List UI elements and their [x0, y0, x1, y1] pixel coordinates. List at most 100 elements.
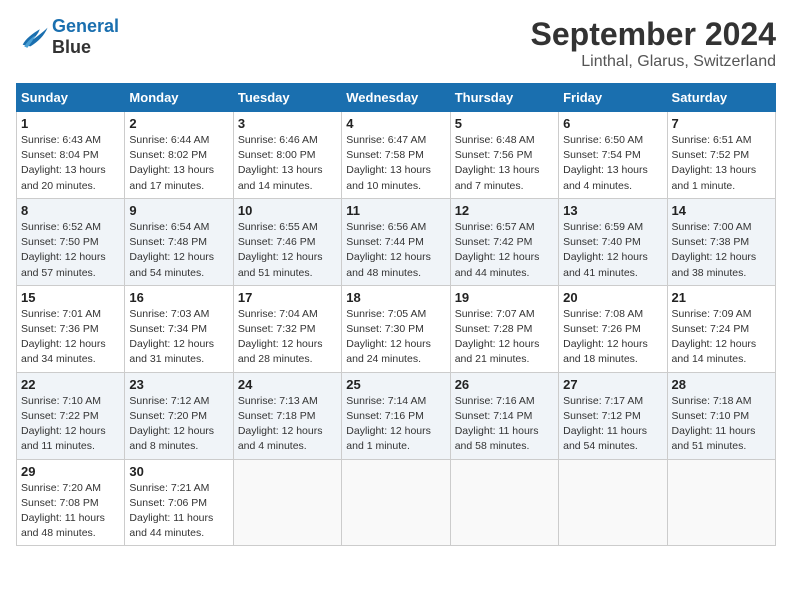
logo-icon [16, 23, 48, 51]
calendar-cell: 26 Sunrise: 7:16 AM Sunset: 7:14 PM Dayli… [450, 372, 558, 459]
day-number: 7 [672, 116, 771, 131]
calendar-header-row: SundayMondayTuesdayWednesdayThursdayFrid… [17, 84, 776, 112]
day-number: 24 [238, 377, 337, 392]
calendar-week-row: 22 Sunrise: 7:10 AM Sunset: 7:22 PM Dayli… [17, 372, 776, 459]
day-info: Sunrise: 6:56 AM Sunset: 7:44 PM Dayligh… [346, 220, 445, 281]
month-title: September 2024 [531, 16, 776, 53]
day-info: Sunrise: 7:10 AM Sunset: 7:22 PM Dayligh… [21, 394, 120, 455]
calendar-cell [667, 459, 775, 546]
day-info: Sunrise: 6:48 AM Sunset: 7:56 PM Dayligh… [455, 133, 554, 194]
day-number: 14 [672, 203, 771, 218]
calendar-cell: 1 Sunrise: 6:43 AM Sunset: 8:04 PM Daylig… [17, 112, 125, 199]
day-number: 25 [346, 377, 445, 392]
day-number: 4 [346, 116, 445, 131]
calendar-cell: 5Sunrise: 6:48 AM Sunset: 7:56 PM Daylig… [450, 112, 558, 199]
day-number: 26 [455, 377, 554, 392]
day-info: Sunrise: 6:43 AM Sunset: 8:04 PM Dayligh… [21, 133, 120, 194]
day-info: Sunrise: 7:05 AM Sunset: 7:30 PM Dayligh… [346, 307, 445, 368]
day-number: 16 [129, 290, 228, 305]
calendar-cell [450, 459, 558, 546]
weekday-header: Friday [559, 84, 667, 112]
calendar-cell: 30Sunrise: 7:21 AM Sunset: 7:06 PM Dayli… [125, 459, 233, 546]
day-info: Sunrise: 7:07 AM Sunset: 7:28 PM Dayligh… [455, 307, 554, 368]
calendar-cell: 20 Sunrise: 7:08 AM Sunset: 7:26 PM Dayli… [559, 285, 667, 372]
day-number: 21 [672, 290, 771, 305]
weekday-header: Saturday [667, 84, 775, 112]
day-number: 1 [21, 116, 120, 131]
day-number: 19 [455, 290, 554, 305]
day-number: 6 [563, 116, 662, 131]
day-info: Sunrise: 6:57 AM Sunset: 7:42 PM Dayligh… [455, 220, 554, 281]
day-info: Sunrise: 7:00 AM Sunset: 7:38 PM Dayligh… [672, 220, 771, 281]
weekday-header: Sunday [17, 84, 125, 112]
page-header: General Blue September 2024 Linthal, Gla… [16, 16, 776, 71]
calendar-cell: 21 Sunrise: 7:09 AM Sunset: 7:24 PM Dayli… [667, 285, 775, 372]
day-info: Sunrise: 7:12 AM Sunset: 7:20 PM Dayligh… [129, 394, 228, 455]
calendar-cell: 6 Sunrise: 6:50 AM Sunset: 7:54 PM Daylig… [559, 112, 667, 199]
calendar-cell: 14 Sunrise: 7:00 AM Sunset: 7:38 PM Dayli… [667, 198, 775, 285]
calendar-cell: 29Sunrise: 7:20 AM Sunset: 7:08 PM Dayli… [17, 459, 125, 546]
calendar-cell: 4 Sunrise: 6:47 AM Sunset: 7:58 PM Daylig… [342, 112, 450, 199]
day-info: Sunrise: 7:09 AM Sunset: 7:24 PM Dayligh… [672, 307, 771, 368]
weekday-header: Tuesday [233, 84, 341, 112]
day-info: Sunrise: 6:52 AM Sunset: 7:50 PM Dayligh… [21, 220, 120, 281]
day-info: Sunrise: 7:17 AM Sunset: 7:12 PM Dayligh… [563, 394, 662, 455]
day-number: 9 [129, 203, 228, 218]
calendar-cell: 9 Sunrise: 6:54 AM Sunset: 7:48 PM Daylig… [125, 198, 233, 285]
calendar-cell: 16 Sunrise: 7:03 AM Sunset: 7:34 PM Dayli… [125, 285, 233, 372]
day-info: Sunrise: 6:51 AM Sunset: 7:52 PM Dayligh… [672, 133, 771, 194]
day-number: 10 [238, 203, 337, 218]
day-info: Sunrise: 6:46 AM Sunset: 8:00 PM Dayligh… [238, 133, 337, 194]
day-number: 29 [21, 464, 120, 479]
calendar-cell: 3Sunrise: 6:46 AM Sunset: 8:00 PM Daylig… [233, 112, 341, 199]
day-info: Sunrise: 6:50 AM Sunset: 7:54 PM Dayligh… [563, 133, 662, 194]
calendar-cell [233, 459, 341, 546]
logo-text: General Blue [52, 16, 119, 58]
day-info: Sunrise: 7:03 AM Sunset: 7:34 PM Dayligh… [129, 307, 228, 368]
calendar-week-row: 8 Sunrise: 6:52 AM Sunset: 7:50 PM Daylig… [17, 198, 776, 285]
calendar-week-row: 1 Sunrise: 6:43 AM Sunset: 8:04 PM Daylig… [17, 112, 776, 199]
weekday-header: Thursday [450, 84, 558, 112]
day-number: 20 [563, 290, 662, 305]
day-number: 28 [672, 377, 771, 392]
logo: General Blue [16, 16, 119, 58]
day-number: 23 [129, 377, 228, 392]
day-info: Sunrise: 6:44 AM Sunset: 8:02 PM Dayligh… [129, 133, 228, 194]
calendar-cell: 10Sunrise: 6:55 AM Sunset: 7:46 PM Dayli… [233, 198, 341, 285]
day-number: 15 [21, 290, 120, 305]
day-number: 13 [563, 203, 662, 218]
day-info: Sunrise: 7:04 AM Sunset: 7:32 PM Dayligh… [238, 307, 337, 368]
calendar-cell: 18 Sunrise: 7:05 AM Sunset: 7:30 PM Dayli… [342, 285, 450, 372]
day-number: 27 [563, 377, 662, 392]
calendar-cell: 23 Sunrise: 7:12 AM Sunset: 7:20 PM Dayli… [125, 372, 233, 459]
calendar-cell: 28 Sunrise: 7:18 AM Sunset: 7:10 PM Dayli… [667, 372, 775, 459]
calendar-cell: 15 Sunrise: 7:01 AM Sunset: 7:36 PM Dayli… [17, 285, 125, 372]
calendar-cell: 24Sunrise: 7:13 AM Sunset: 7:18 PM Dayli… [233, 372, 341, 459]
day-info: Sunrise: 6:54 AM Sunset: 7:48 PM Dayligh… [129, 220, 228, 281]
calendar-cell: 7 Sunrise: 6:51 AM Sunset: 7:52 PM Daylig… [667, 112, 775, 199]
day-info: Sunrise: 6:59 AM Sunset: 7:40 PM Dayligh… [563, 220, 662, 281]
calendar-cell: 12 Sunrise: 6:57 AM Sunset: 7:42 PM Dayli… [450, 198, 558, 285]
day-info: Sunrise: 7:18 AM Sunset: 7:10 PM Dayligh… [672, 394, 771, 455]
calendar-cell: 17Sunrise: 7:04 AM Sunset: 7:32 PM Dayli… [233, 285, 341, 372]
day-info: Sunrise: 7:16 AM Sunset: 7:14 PM Dayligh… [455, 394, 554, 455]
day-number: 30 [129, 464, 228, 479]
weekday-header: Wednesday [342, 84, 450, 112]
calendar-cell: 25Sunrise: 7:14 AM Sunset: 7:16 PM Dayli… [342, 372, 450, 459]
day-number: 2 [129, 116, 228, 131]
day-number: 12 [455, 203, 554, 218]
weekday-header: Monday [125, 84, 233, 112]
day-info: Sunrise: 6:47 AM Sunset: 7:58 PM Dayligh… [346, 133, 445, 194]
calendar-week-row: 29Sunrise: 7:20 AM Sunset: 7:08 PM Dayli… [17, 459, 776, 546]
day-number: 18 [346, 290, 445, 305]
calendar-cell: 8 Sunrise: 6:52 AM Sunset: 7:50 PM Daylig… [17, 198, 125, 285]
day-info: Sunrise: 7:01 AM Sunset: 7:36 PM Dayligh… [21, 307, 120, 368]
calendar-week-row: 15 Sunrise: 7:01 AM Sunset: 7:36 PM Dayli… [17, 285, 776, 372]
day-info: Sunrise: 7:08 AM Sunset: 7:26 PM Dayligh… [563, 307, 662, 368]
day-number: 8 [21, 203, 120, 218]
day-number: 11 [346, 203, 445, 218]
calendar-cell: 22 Sunrise: 7:10 AM Sunset: 7:22 PM Dayli… [17, 372, 125, 459]
day-number: 22 [21, 377, 120, 392]
calendar-cell: 13 Sunrise: 6:59 AM Sunset: 7:40 PM Dayli… [559, 198, 667, 285]
calendar-cell: 19 Sunrise: 7:07 AM Sunset: 7:28 PM Dayli… [450, 285, 558, 372]
